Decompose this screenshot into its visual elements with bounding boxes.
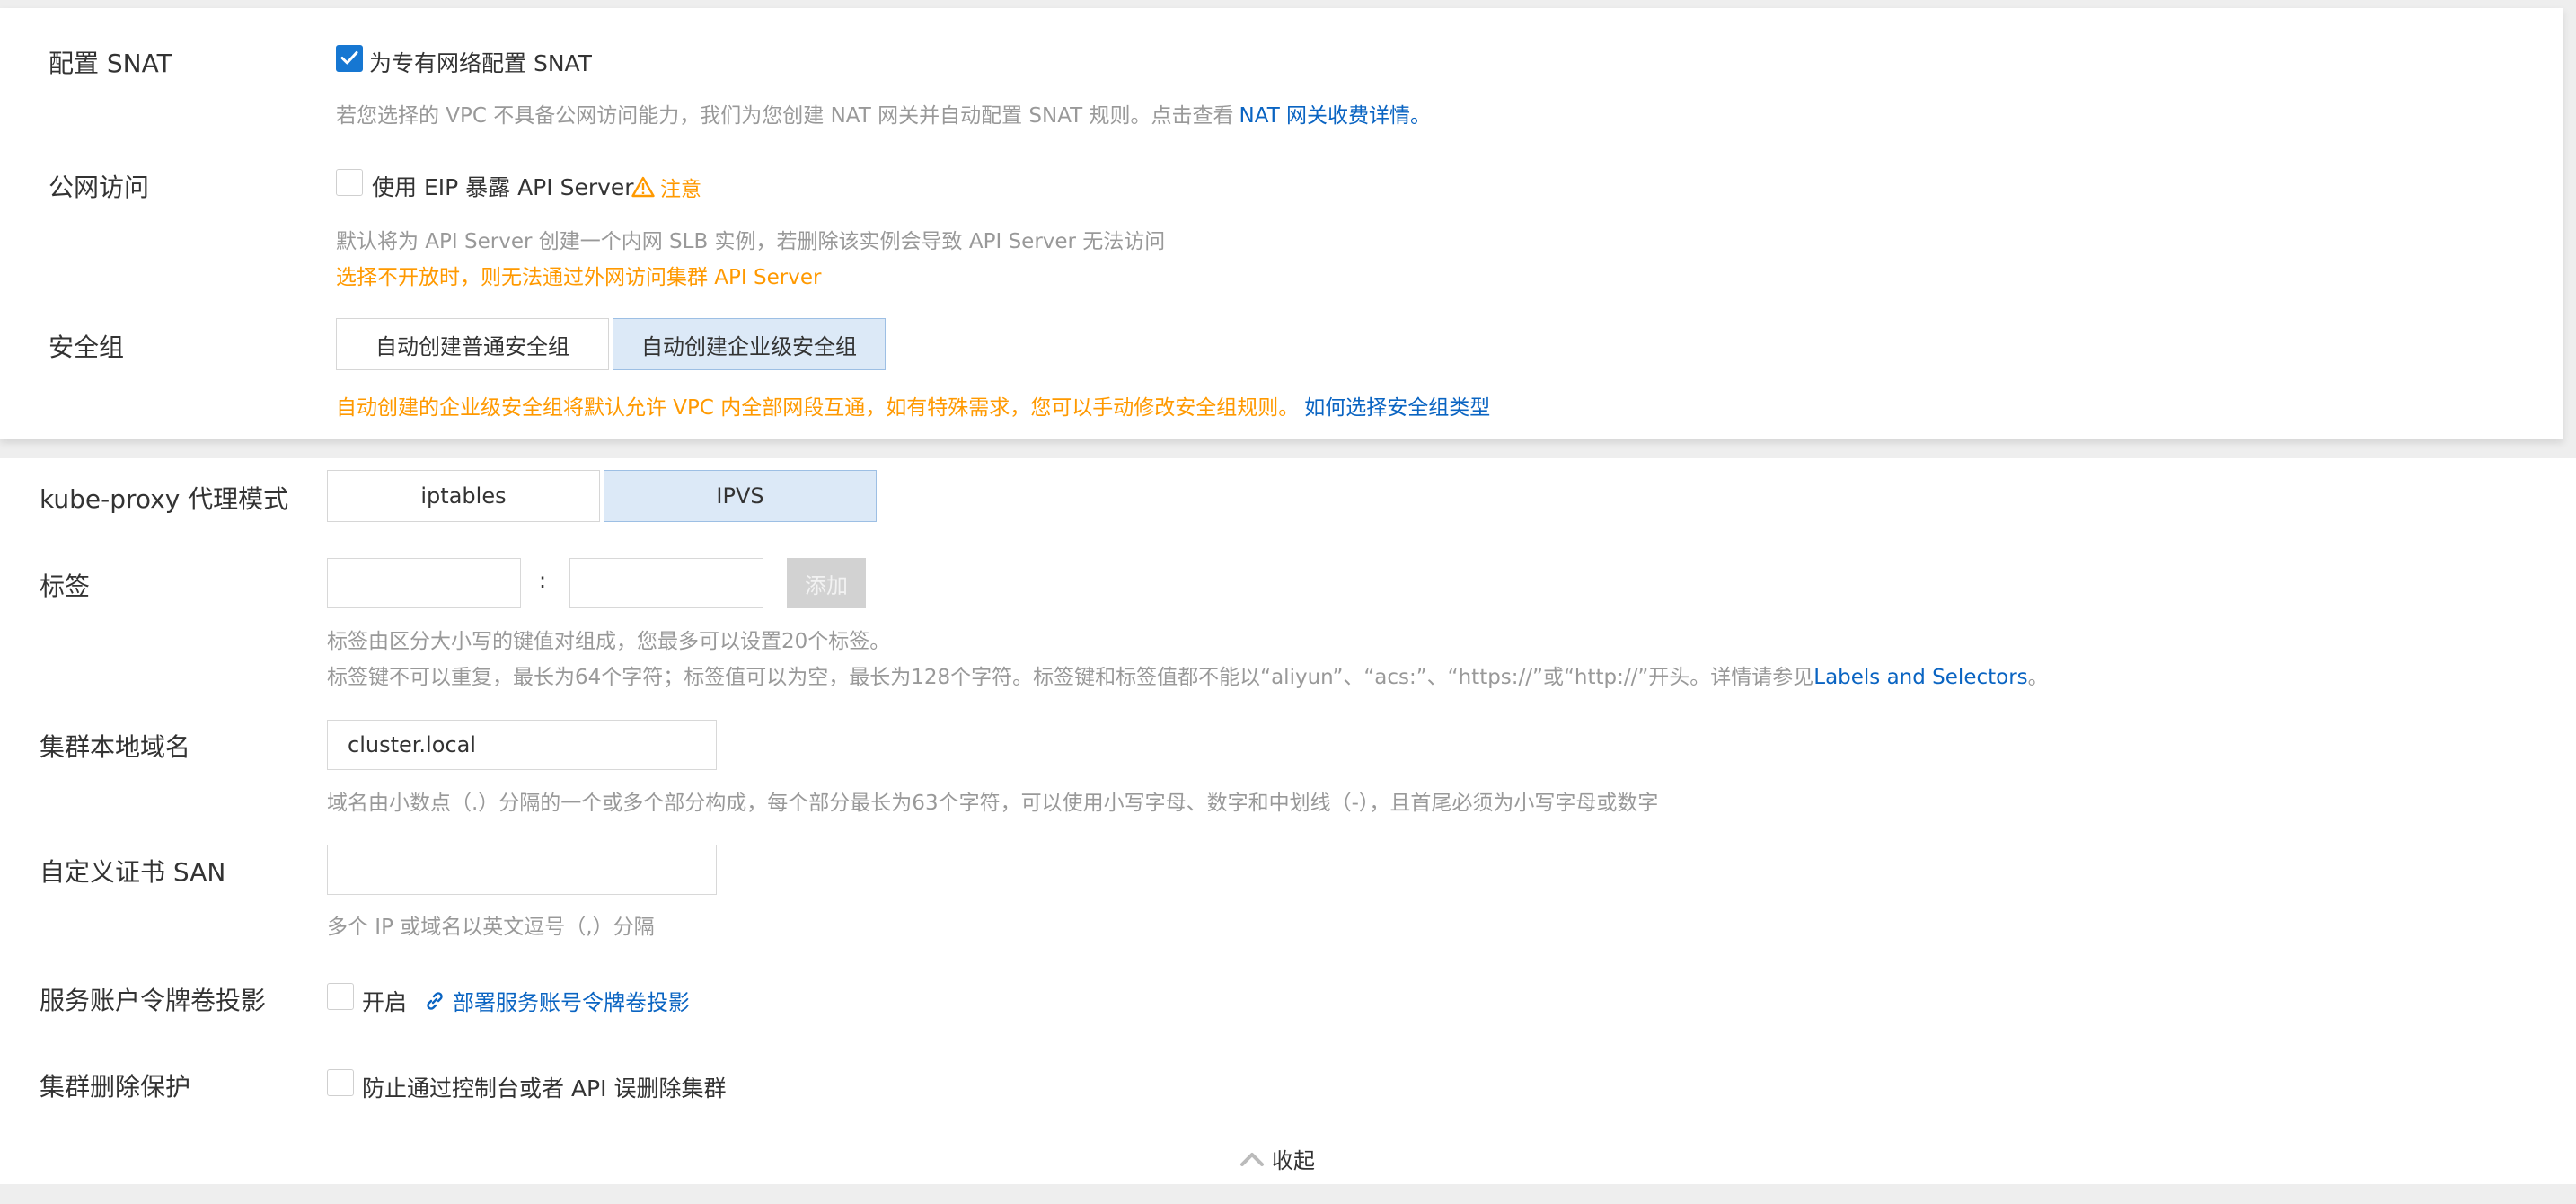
cluster-domain-input[interactable] xyxy=(327,720,717,770)
public-access-help-text: 默认将为 API Server 创建一个内网 SLB 实例，若删除该实例会导致 … xyxy=(336,230,1166,253)
warning-triangle-icon xyxy=(631,176,655,198)
network-settings-panel: 配置 SNAT 为专有网络配置 SNAT 若您选择的 VPC 不具备公网访问能力… xyxy=(0,8,2563,439)
tag-key-input[interactable] xyxy=(327,558,521,608)
cert-san-label: 自定义证书 SAN xyxy=(40,857,226,887)
advanced-settings-panel: kube-proxy 代理模式 iptables IPVS 标签 : 添加 标签… xyxy=(0,458,2576,1184)
check-icon xyxy=(340,51,358,65)
security-group-label: 安全组 xyxy=(49,332,125,362)
sa-token-checkbox[interactable] xyxy=(327,983,354,1010)
security-group-type-link[interactable]: 如何选择安全组类型 xyxy=(1304,396,1490,420)
security-group-option-normal[interactable]: 自动创建普通安全组 xyxy=(336,318,609,370)
security-group-warning-text: 自动创建的企业级安全组将默认允许 VPC 内全部网段互通，如有特殊需求，您可以手… xyxy=(336,396,1491,420)
snat-checkbox-label[interactable]: 为专有网络配置 SNAT xyxy=(369,46,592,78)
snat-help-text: 若您选择的 VPC 不具备公网访问能力，我们为您创建 NAT 网关并自动配置 S… xyxy=(336,104,1432,128)
kube-proxy-option-ipvs[interactable]: IPVS xyxy=(604,470,877,522)
tag-value-input[interactable] xyxy=(569,558,763,608)
kube-proxy-label: kube-proxy 代理模式 xyxy=(40,484,289,514)
cert-san-input[interactable] xyxy=(327,845,717,895)
tags-help-text-1: 标签由区分大小写的键值对组成，您最多可以设置20个标签。 xyxy=(327,630,891,653)
tag-separator: : xyxy=(539,568,547,593)
chevron-up-icon xyxy=(1240,1152,1264,1166)
snat-checkbox[interactable] xyxy=(336,45,363,72)
add-tag-button[interactable]: 添加 xyxy=(787,558,866,608)
tags-help-text-2: 标签键不可以重复，最长为64个字符；标签值可以为空，最长为128个字符。标签键和… xyxy=(327,666,2049,689)
cluster-domain-help-text: 域名由小数点（.）分隔的一个或多个部分构成，每个部分最长为63个字符，可以使用小… xyxy=(327,792,1659,815)
eip-checkbox[interactable] xyxy=(336,169,363,196)
delete-protection-label: 集群删除保护 xyxy=(40,1072,191,1102)
eip-warning-link[interactable]: 注意 xyxy=(631,172,701,202)
delete-protection-checkbox-label[interactable]: 防止通过控制台或者 API 误删除集群 xyxy=(362,1071,726,1103)
link-icon xyxy=(427,991,443,1010)
sa-token-docs-link[interactable]: 部署服务账号令牌卷投影 xyxy=(424,985,690,1016)
public-access-label: 公网访问 xyxy=(49,173,150,202)
eip-checkbox-label[interactable]: 使用 EIP 暴露 API Server xyxy=(372,170,634,202)
collapse-button[interactable]: 收起 xyxy=(1239,1143,1315,1174)
snat-label: 配置 SNAT xyxy=(49,49,172,78)
cluster-domain-label: 集群本地域名 xyxy=(40,732,191,762)
labels-selectors-link[interactable]: Labels and Selectors xyxy=(1813,666,2027,689)
tags-label: 标签 xyxy=(40,571,91,601)
public-access-warning-text: 选择不开放时，则无法通过外网访问集群 API Server xyxy=(336,266,822,289)
collapse-label[interactable]: 收起 xyxy=(1272,1143,1315,1174)
kube-proxy-option-iptables[interactable]: iptables xyxy=(327,470,600,522)
security-group-option-enterprise[interactable]: 自动创建企业级安全组 xyxy=(613,318,886,370)
delete-protection-checkbox[interactable] xyxy=(327,1069,354,1096)
sa-token-label: 服务账户令牌卷投影 xyxy=(40,986,267,1015)
sa-token-checkbox-label[interactable]: 开启 xyxy=(362,985,407,1017)
cert-san-help-text: 多个 IP 或域名以英文逗号（,）分隔 xyxy=(327,916,655,939)
nat-pricing-link[interactable]: NAT 网关收费详情。 xyxy=(1239,104,1432,128)
